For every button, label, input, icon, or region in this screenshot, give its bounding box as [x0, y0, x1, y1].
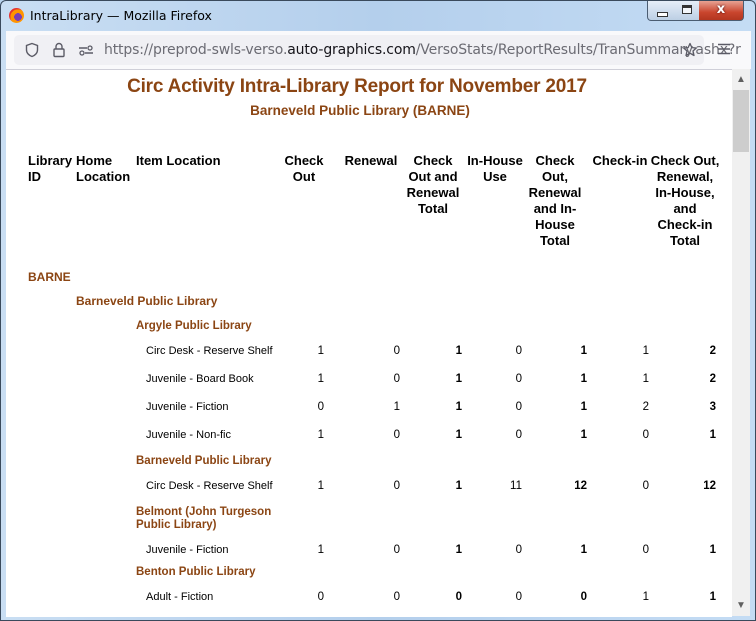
cell-value: 1 — [455, 345, 462, 357]
cell-value: 1 — [455, 429, 462, 441]
cell-value: 1 — [580, 401, 587, 413]
cell-value: 1 — [580, 544, 587, 556]
item-location-name: Juvenile - Non-fic — [146, 429, 231, 441]
column-header-item-location: Item Location — [136, 153, 221, 168]
cell-value: 12 — [703, 480, 716, 492]
cell-value: 0 — [393, 373, 400, 385]
url-domain: auto-graphics.com — [287, 42, 416, 58]
item-location-name: Circ Desk - Reserve Shelf — [146, 345, 273, 357]
cell-value: 0 — [515, 429, 522, 441]
cell-value: 1 — [642, 373, 649, 385]
cell-value: 1 — [580, 373, 587, 385]
cell-value: 0 — [642, 429, 649, 441]
cell-value: 1 — [642, 345, 649, 357]
item-location-group: Belmont (John Turgeson Public Library) — [136, 506, 272, 531]
vertical-scrollbar[interactable]: ▲ ▼ — [732, 69, 750, 616]
item-location-group: Barneveld Public Library — [136, 455, 272, 467]
cell-value: 1 — [642, 591, 649, 603]
cell-value: 0 — [455, 591, 462, 603]
cell-value: 0 — [317, 591, 324, 603]
cell-value: 1 — [709, 591, 716, 603]
cell-value: 1 — [455, 373, 462, 385]
scroll-down-icon[interactable]: ▼ — [732, 597, 750, 614]
report-subtitle: Barneveld Public Library (BARNE) — [250, 103, 470, 118]
shield-icon[interactable] — [24, 42, 40, 58]
cell-value: 0 — [642, 544, 649, 556]
maximize-button[interactable] — [674, 1, 700, 21]
url-text[interactable]: https://preprod-swls-verso.auto-graphics… — [104, 42, 741, 58]
column-header-check-out: Check Out — [284, 153, 324, 184]
cell-value: 1 — [393, 401, 400, 413]
cell-value: 3 — [709, 401, 716, 413]
page-content: Circ Activity Intra-Library Report for N… — [6, 69, 732, 617]
cell-value: 1 — [317, 544, 324, 556]
cell-value: 0 — [642, 480, 649, 492]
report-title: Circ Activity Intra-Library Report for N… — [127, 76, 587, 97]
close-icon: x — [716, 2, 726, 17]
url-prefix: https://preprod-swls-verso. — [104, 42, 288, 58]
minimize-button[interactable] — [647, 1, 675, 21]
cell-value: 0 — [317, 401, 324, 413]
cell-value: 1 — [709, 544, 716, 556]
menu-icon[interactable] — [716, 41, 732, 57]
browser-window: IntraLibrary — Mozilla Firefox x https:/… — [0, 0, 756, 621]
title-bar: IntraLibrary — Mozilla Firefox x — [1, 1, 755, 31]
cell-value: 1 — [317, 373, 324, 385]
cell-value: 1 — [317, 345, 324, 357]
scrollbar-thumb[interactable] — [733, 90, 749, 152]
cell-value: 0 — [393, 591, 400, 603]
cell-value: 1 — [709, 429, 716, 441]
close-button[interactable]: x — [699, 1, 744, 21]
cell-value: 0 — [515, 345, 522, 357]
column-header-checkout-renewal-total: Check Out and Renewal Total — [406, 153, 460, 216]
cell-value: 0 — [393, 345, 400, 357]
cell-value: 2 — [642, 401, 649, 413]
url-bar[interactable]: https://preprod-swls-verso.auto-graphics… — [14, 35, 741, 65]
item-location-name: Circ Desk - Reserve Shelf — [146, 480, 273, 492]
cell-value: 0 — [515, 591, 522, 603]
column-header-check-in: Check-in — [592, 153, 648, 168]
column-header-in-house-use: In-House Use — [467, 153, 523, 184]
cell-value: 1 — [580, 345, 587, 357]
bookmark-star-icon[interactable] — [682, 42, 698, 58]
library-id: BARNE — [28, 270, 71, 284]
cell-value: 0 — [580, 591, 587, 603]
navigation-toolbar: https://preprod-swls-verso.auto-graphics… — [6, 31, 751, 69]
cell-value: 0 — [515, 373, 522, 385]
cell-value: 1 — [455, 480, 462, 492]
column-header-grand-total: Check Out, Renewal, In-House, and Check-… — [650, 153, 720, 248]
window-title: IntraLibrary — Mozilla Firefox — [30, 8, 212, 23]
lock-icon[interactable] — [51, 42, 67, 58]
cell-value: 1 — [580, 429, 587, 441]
cell-value: 0 — [393, 429, 400, 441]
column-header-renewal: Renewal — [344, 153, 398, 168]
scroll-up-icon[interactable]: ▲ — [732, 71, 750, 88]
cell-value: 0 — [393, 480, 400, 492]
item-location-name: Adult - Fiction — [146, 591, 214, 603]
column-header-checkout-renewal-inhouse-total: Check Out, Renewal and In-House Total — [528, 153, 582, 248]
cell-value: 0 — [515, 401, 522, 413]
cell-value: 0 — [393, 544, 400, 556]
item-location-name: Juvenile - Fiction — [146, 544, 229, 556]
cell-value: 2 — [709, 373, 716, 385]
cell-value: 1 — [455, 401, 462, 413]
item-location-group: Argyle Public Library — [136, 320, 252, 332]
column-header-library-id: Library ID — [28, 153, 73, 184]
column-header-home-location: Home Location — [76, 153, 131, 184]
firefox-logo-icon — [9, 8, 24, 23]
item-location-name: Juvenile - Board Book — [146, 373, 254, 385]
cell-value: 12 — [574, 480, 587, 492]
permissions-icon[interactable] — [78, 42, 94, 58]
cell-value: 1 — [455, 544, 462, 556]
home-location: Barneveld Public Library — [76, 294, 218, 308]
cell-value: 11 — [510, 480, 522, 492]
cell-value: 1 — [317, 429, 324, 441]
item-location-group: Benton Public Library — [136, 566, 256, 578]
item-location-name: Juvenile - Fiction — [146, 401, 229, 413]
cell-value: 1 — [317, 480, 324, 492]
cell-value: 0 — [515, 544, 522, 556]
cell-value: 2 — [709, 345, 716, 357]
